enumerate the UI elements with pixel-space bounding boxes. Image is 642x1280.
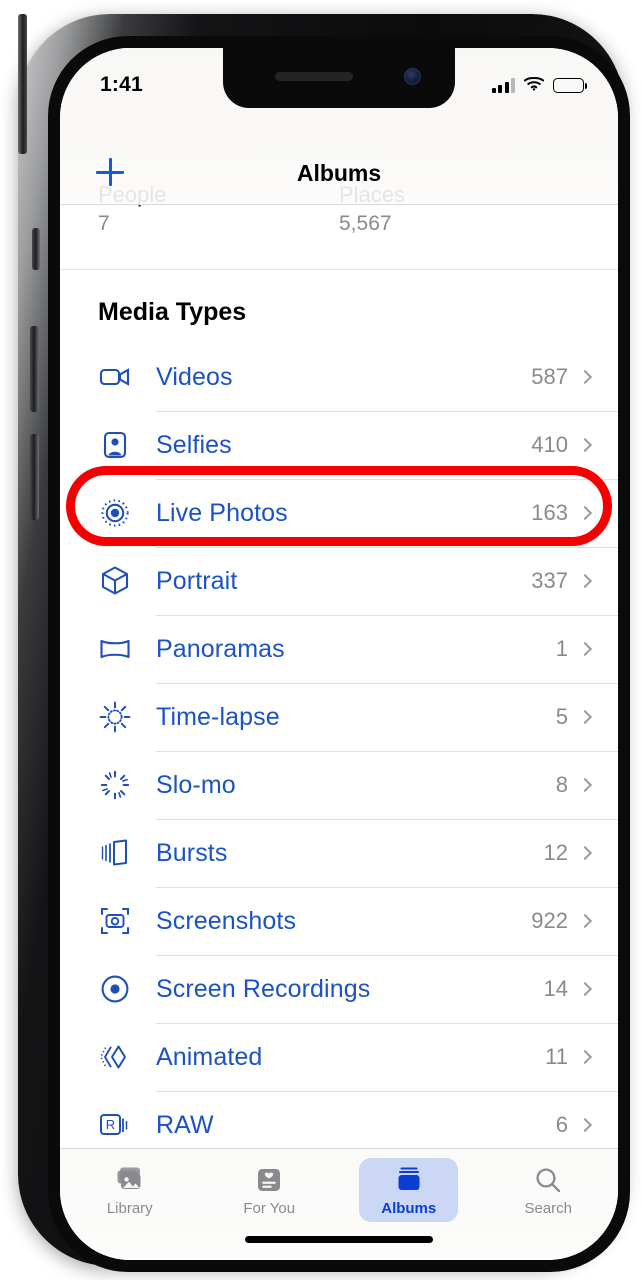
status-indicators [491,75,587,96]
tab-search[interactable]: Search [479,1149,619,1222]
albums-scroll-content[interactable]: People 7 Places 5,567 Media Types Videos [60,48,618,1260]
media-row-label: Selfies [156,430,232,459]
media-row-videos[interactable]: Videos 587 [98,343,618,411]
mute-switch-button[interactable] [32,228,40,270]
chevron-right-icon [577,709,593,725]
chevron-right-icon [577,1117,593,1133]
phone-screen: People 7 Places 5,567 Media Types Videos [60,48,618,1260]
battery-full-icon [553,77,587,93]
tab-label: Albums [381,1200,437,1217]
display-notch [223,48,455,108]
media-row-count: 5 [555,704,568,729]
media-row-count: 14 [543,976,568,1001]
media-row-label: Animated [156,1042,263,1071]
media-row-count: 163 [531,500,568,525]
albums-book-icon [395,1163,423,1197]
media-row-selfies[interactable]: Selfies 410 [98,411,618,479]
volume-down-button[interactable] [30,434,39,520]
cellular-bars-icon [491,77,515,93]
for-you-card-icon [256,1163,282,1197]
bursts-stack-icon [98,836,142,870]
chevron-right-icon [577,845,593,861]
tab-bar: Library For You Albums Search [60,1148,618,1260]
media-row-screen-recordings[interactable]: Screen Recordings 14 [98,955,618,1023]
media-row-label: RAW [156,1110,214,1139]
media-row-count: 6 [555,1112,568,1137]
chevron-right-icon [577,641,593,657]
record-dot-icon [98,972,142,1006]
live-photo-icon [98,496,142,530]
chevron-right-icon [577,777,593,793]
media-row-label: Portrait [156,566,238,595]
video-camera-icon [98,360,142,394]
chevron-right-icon [577,505,593,521]
tab-label: Library [106,1200,153,1217]
tab-library[interactable]: Library [60,1149,200,1222]
tab-for-you[interactable]: For You [200,1149,340,1222]
media-row-label: Slo-mo [156,770,236,799]
phone-device-frame: People 7 Places 5,567 Media Types Videos [18,14,630,1272]
search-icon [534,1163,562,1197]
media-row-count: 410 [531,432,568,457]
cube-icon [98,564,142,598]
chevron-right-icon [577,573,593,589]
media-row-count: 11 [545,1044,568,1069]
media-row-count: 8 [555,772,568,797]
media-row-label: Screen Recordings [156,974,371,1003]
media-row-count: 922 [531,908,568,933]
status-time: 1:41 [100,73,143,96]
wifi-icon [523,75,545,96]
media-types-section-header: Media Types [98,298,247,326]
media-row-count: 12 [543,840,568,865]
animated-chevrons-icon [98,1040,142,1074]
page-title: Albums [296,160,382,186]
places-count: 5,567 [339,212,392,235]
earpiece-speaker [275,72,353,81]
media-row-time-lapse[interactable]: Time-lapse 5 [98,683,618,751]
home-indicator[interactable] [245,1236,433,1243]
chevron-right-icon [577,437,593,453]
svg-text:R: R [106,1117,115,1132]
selfie-person-icon [98,428,142,462]
chevron-right-icon [577,981,593,997]
people-count: 7 [98,212,110,235]
media-row-screenshots[interactable]: Screenshots 922 [98,887,618,955]
media-row-label: Videos [156,362,233,391]
photo-stack-icon [115,1163,145,1197]
raw-badge-icon: R [98,1108,142,1142]
media-row-label: Time-lapse [156,702,280,731]
chevron-right-icon [577,1049,593,1065]
media-row-live-photos[interactable]: Live Photos 163 [98,479,618,547]
tab-label: For You [243,1200,296,1217]
media-row-panoramas[interactable]: Panoramas 1 [98,615,618,683]
tab-label: Search [524,1200,573,1217]
slomo-icon [98,768,142,802]
media-row-count: 587 [531,364,568,389]
chevron-right-icon [577,369,593,385]
front-camera-icon [404,68,421,85]
media-row-label: Panoramas [156,634,285,663]
panorama-icon [98,632,142,666]
tab-albums[interactable]: Albums [339,1149,479,1222]
media-row-count: 1 [555,636,568,661]
media-row-label: Screenshots [156,906,297,935]
screenshot-camera-icon [98,904,142,938]
media-row-portrait[interactable]: Portrait 337 [98,547,618,615]
media-row-label: Bursts [156,838,228,867]
chevron-right-icon [577,913,593,929]
media-row-count: 337 [531,568,568,593]
media-row-animated[interactable]: Animated 11 [98,1023,618,1091]
timelapse-icon [98,700,142,734]
media-row-bursts[interactable]: Bursts 12 [98,819,618,887]
media-row-slo-mo[interactable]: Slo-mo 8 [98,751,618,819]
power-button[interactable] [18,14,27,154]
volume-up-button[interactable] [30,326,39,412]
media-row-label: Live Photos [156,498,288,527]
